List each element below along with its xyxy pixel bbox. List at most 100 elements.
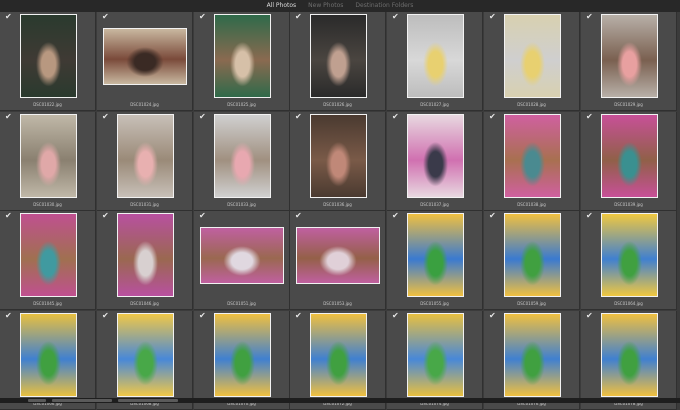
- photo-cell[interactable]: ✔ DSC01022.jpg: [0, 12, 96, 111]
- checkmark-icon[interactable]: ✔: [489, 312, 496, 320]
- photo-thumbnail[interactable]: [200, 227, 284, 284]
- checkmark-icon[interactable]: ✔: [586, 13, 593, 21]
- photo-thumbnail[interactable]: [20, 14, 77, 98]
- photo-cell[interactable]: ✔ DSC01045.jpg: [0, 211, 96, 310]
- photo-filename: DSC01037.jpg: [420, 202, 449, 207]
- photo-thumbnail[interactable]: [214, 114, 271, 198]
- photo-cell[interactable]: ✔ DSC01024.jpg: [97, 12, 193, 111]
- photo-cell[interactable]: ✔ DSC01068.jpg: [97, 311, 193, 410]
- photo-cell[interactable]: ✔ DSC01029.jpg: [581, 12, 677, 111]
- photo-filename: DSC01029.jpg: [614, 102, 643, 107]
- photo-cell[interactable]: ✔ DSC01027.jpg: [387, 12, 483, 111]
- photo-thumbnail[interactable]: [601, 213, 658, 297]
- photo-cell[interactable]: ✔ DSC01036.jpg: [290, 112, 386, 211]
- checkmark-icon[interactable]: ✔: [295, 13, 302, 21]
- checkmark-icon[interactable]: ✔: [5, 312, 12, 320]
- checkmark-icon[interactable]: ✔: [392, 13, 399, 21]
- photo-thumbnail[interactable]: [504, 114, 561, 198]
- photo-thumbnail[interactable]: [117, 313, 174, 397]
- photo-filename: DSC01024.jpg: [130, 102, 159, 107]
- photo-thumbnail[interactable]: [504, 213, 561, 297]
- photo-cell[interactable]: ✔ DSC01055.jpg: [387, 211, 483, 310]
- checkmark-icon[interactable]: ✔: [295, 113, 302, 121]
- photo-thumbnail[interactable]: [296, 227, 380, 284]
- checkmark-icon[interactable]: ✔: [295, 312, 302, 320]
- photo-thumbnail[interactable]: [504, 313, 561, 397]
- checkmark-icon[interactable]: ✔: [102, 13, 109, 21]
- tab-destination-folders[interactable]: Destination Folders: [355, 0, 413, 12]
- checkmark-icon[interactable]: ✔: [489, 212, 496, 220]
- photo-cell[interactable]: ✔ DSC01053.jpg: [290, 211, 386, 310]
- scrollbar-track-segment: [52, 399, 112, 402]
- photo-filename: DSC01038.jpg: [517, 202, 546, 207]
- photo-thumbnail[interactable]: [310, 114, 367, 198]
- checkmark-icon[interactable]: ✔: [5, 113, 12, 121]
- photo-thumbnail[interactable]: [103, 28, 187, 85]
- checkmark-icon[interactable]: ✔: [586, 212, 593, 220]
- checkmark-icon[interactable]: ✔: [586, 113, 593, 121]
- tab-all-photos[interactable]: All Photos: [267, 0, 297, 12]
- checkmark-icon[interactable]: ✔: [295, 212, 302, 220]
- checkmark-icon[interactable]: ✔: [102, 212, 109, 220]
- photo-filename: DSC01039.jpg: [614, 202, 643, 207]
- checkmark-icon[interactable]: ✔: [5, 212, 12, 220]
- photo-cell[interactable]: ✔ DSC01066.jpg: [0, 311, 96, 410]
- checkmark-icon[interactable]: ✔: [199, 113, 206, 121]
- checkmark-icon[interactable]: ✔: [5, 13, 12, 21]
- photo-cell[interactable]: ✔ DSC01039.jpg: [581, 112, 677, 211]
- checkmark-icon[interactable]: ✔: [102, 113, 109, 121]
- photo-thumbnail[interactable]: [407, 213, 464, 297]
- photo-thumbnail[interactable]: [310, 313, 367, 397]
- photo-thumbnail[interactable]: [117, 213, 174, 297]
- photo-thumbnail[interactable]: [407, 114, 464, 198]
- photo-cell[interactable]: ✔ DSC01070.jpg: [194, 311, 290, 410]
- photo-cell[interactable]: ✔ DSC01030.jpg: [0, 112, 96, 211]
- checkmark-icon[interactable]: ✔: [199, 212, 206, 220]
- photo-cell[interactable]: ✔ DSC01051.jpg: [194, 211, 290, 310]
- photo-cell[interactable]: ✔ DSC01046.jpg: [97, 211, 193, 310]
- checkmark-icon[interactable]: ✔: [199, 312, 206, 320]
- photo-filename: DSC01059.jpg: [517, 301, 546, 306]
- checkmark-icon[interactable]: ✔: [392, 113, 399, 121]
- photo-thumbnail[interactable]: [117, 114, 174, 198]
- photo-thumbnail[interactable]: [407, 14, 464, 98]
- photo-cell[interactable]: ✔ DSC01026.jpg: [290, 12, 386, 111]
- photo-cell[interactable]: ✔ DSC01076.jpg: [484, 311, 580, 410]
- photo-filename: DSC01051.jpg: [227, 301, 256, 306]
- photo-cell[interactable]: ✔ DSC01072.jpg: [290, 311, 386, 410]
- photo-thumbnail[interactable]: [407, 313, 464, 397]
- photo-cell[interactable]: ✔ DSC01033.jpg: [194, 112, 290, 211]
- photo-thumbnail[interactable]: [214, 14, 271, 98]
- scrollbar-thumb[interactable]: [28, 399, 46, 402]
- checkmark-icon[interactable]: ✔: [586, 312, 593, 320]
- photo-thumbnail[interactable]: [214, 313, 271, 397]
- photo-thumbnail[interactable]: [20, 313, 77, 397]
- checkmark-icon[interactable]: ✔: [489, 113, 496, 121]
- checkmark-icon[interactable]: ✔: [392, 212, 399, 220]
- photo-thumbnail[interactable]: [20, 114, 77, 198]
- photo-thumbnail[interactable]: [20, 213, 77, 297]
- photo-thumbnail[interactable]: [601, 313, 658, 397]
- checkmark-icon[interactable]: ✔: [199, 13, 206, 21]
- photo-thumbnail[interactable]: [504, 14, 561, 98]
- photo-filename: DSC01022.jpg: [33, 102, 62, 107]
- photo-cell[interactable]: ✔ DSC01059.jpg: [484, 211, 580, 310]
- photo-thumbnail[interactable]: [601, 14, 658, 98]
- photo-cell[interactable]: ✔ DSC01074.jpg: [387, 311, 483, 410]
- horizontal-scrollbar[interactable]: [0, 398, 680, 403]
- photo-cell[interactable]: ✔ DSC01025.jpg: [194, 12, 290, 111]
- photo-filename: DSC01030.jpg: [33, 202, 62, 207]
- photo-cell[interactable]: ✔ DSC01064.jpg: [581, 211, 677, 310]
- photo-thumbnail[interactable]: [310, 14, 367, 98]
- photo-cell[interactable]: ✔ DSC01038.jpg: [484, 112, 580, 211]
- photo-filename: DSC01045.jpg: [33, 301, 62, 306]
- photo-thumbnail[interactable]: [601, 114, 658, 198]
- checkmark-icon[interactable]: ✔: [489, 13, 496, 21]
- checkmark-icon[interactable]: ✔: [102, 312, 109, 320]
- checkmark-icon[interactable]: ✔: [392, 312, 399, 320]
- photo-cell[interactable]: ✔ DSC01037.jpg: [387, 112, 483, 211]
- tab-new-photos[interactable]: New Photos: [308, 0, 343, 12]
- photo-cell[interactable]: ✔ DSC01078.jpg: [581, 311, 677, 410]
- photo-cell[interactable]: ✔ DSC01031.jpg: [97, 112, 193, 211]
- photo-cell[interactable]: ✔ DSC01028.jpg: [484, 12, 580, 111]
